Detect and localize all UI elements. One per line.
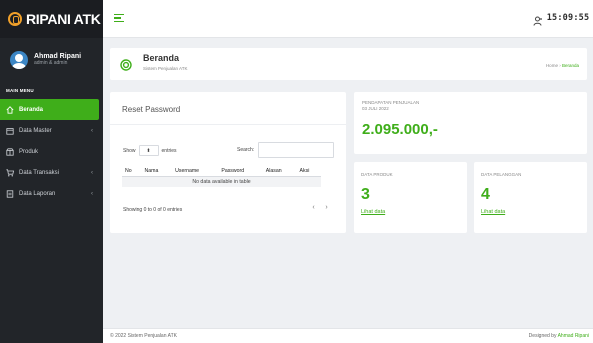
pagination: ‹ › [305, 202, 331, 212]
empty-message: No data available in table [122, 176, 321, 187]
next-page-button[interactable]: › [322, 202, 331, 212]
sidebar-item-data-transaksi[interactable]: Data Transaksi ‹ [0, 162, 103, 183]
page-header: Beranda Sistem Penjualan ATK Home › Bera… [110, 48, 587, 80]
sidebar-item-label: Data Master [19, 127, 52, 134]
search-label: Search: [237, 147, 255, 153]
reset-table: No Nama Username Password Alasan Aksi No… [122, 166, 321, 187]
column-header[interactable]: Username [172, 166, 219, 177]
table-row: No data available in table [122, 176, 321, 187]
sidebar-item-label: Data Laporan [19, 190, 56, 197]
user-role: admin & admin [34, 60, 68, 67]
lihat-data-link[interactable]: Lihat data [481, 209, 505, 215]
sidebar-item-label: Beranda [19, 106, 44, 113]
column-header[interactable]: Aksi [296, 166, 321, 177]
breadcrumb: Home › Beranda [546, 63, 579, 68]
menu-toggle-icon[interactable] [114, 14, 124, 22]
card-title: Reset Password [122, 105, 181, 114]
folder-icon [6, 127, 14, 135]
clock: 15:09:55 [546, 13, 590, 23]
sales-value: 2.095.000,- [362, 121, 438, 138]
chevron-left-icon: ‹ [91, 169, 93, 176]
topbar: 15:09:55 [103, 0, 593, 38]
cart-icon [6, 168, 14, 177]
footer: © 2022 Sistem Penjualan ATK Designed by … [103, 328, 593, 343]
previous-page-button[interactable]: ‹ [309, 202, 318, 212]
stat-label: DATA PELANGGAN [481, 172, 522, 177]
reset-password-card: Reset Password Show ⬍ entries Search: No… [110, 92, 346, 233]
avatar [10, 51, 28, 69]
column-header[interactable]: Nama [141, 166, 173, 177]
logo-icon [8, 12, 22, 26]
box-icon [6, 147, 14, 156]
sidebar-item-beranda[interactable]: Beranda [0, 99, 99, 120]
entries-select[interactable]: ⬍ [138, 145, 159, 156]
stat-label: DATA PRODUK [361, 172, 393, 177]
column-header[interactable]: No [122, 166, 142, 177]
chevron-left-icon: ‹ [91, 127, 93, 134]
page-subtitle: Sistem Penjualan ATK [143, 66, 188, 71]
entries-label: entries [161, 147, 177, 154]
chevron-left-icon: ‹ [91, 190, 93, 197]
sidebar-item-produk[interactable]: Produk [0, 141, 103, 162]
spiral-icon [120, 58, 132, 71]
stat-value: 4 [481, 186, 490, 203]
brand[interactable]: RIPANI ATK [0, 0, 103, 38]
page-title: Beranda [143, 53, 180, 63]
pelanggan-card: DATA PELANGGAN 4 Lihat data [474, 162, 587, 233]
show-label: Show [123, 147, 136, 154]
column-header[interactable]: Alasan [262, 166, 297, 177]
brand-name: RIPANI ATK [26, 11, 101, 27]
produk-card: DATA PRODUK 3 Lihat data [354, 162, 467, 233]
designed-by: Designed by Ahmad Ripani [529, 333, 589, 339]
home-icon [6, 105, 14, 114]
sales-card: PENDAPATAN PENJUALAN 03 JULI 2022 2.095.… [354, 92, 587, 154]
user-menu-icon[interactable] [533, 13, 543, 26]
sidebar-item-data-master[interactable]: Data Master ‹ [0, 120, 103, 141]
menu-title: MAIN MENU [6, 88, 34, 93]
designed-by-label: Designed by [528, 333, 557, 339]
lihat-data-link[interactable]: Lihat data [361, 209, 385, 215]
sales-label: PENDAPATAN PENJUALAN [362, 100, 420, 105]
entries-length: Show ⬍ entries [123, 145, 177, 156]
stat-value: 3 [361, 186, 370, 203]
report-icon [6, 189, 14, 198]
divider [110, 124, 346, 125]
table-info: Showing 0 to 0 of 0 entries [123, 207, 183, 213]
sales-date: 03 JULI 2022 [362, 106, 389, 112]
author-link[interactable]: Ahmad Ripani [558, 333, 589, 339]
breadcrumb-separator: › [559, 63, 561, 68]
table-search: Search: [237, 142, 335, 158]
sidebar: RIPANI ATK Ahmad Ripani admin & admin MA… [0, 0, 103, 343]
sidebar-item-label: Produk [19, 148, 39, 155]
user-panel: Ahmad Ripani admin & admin [0, 38, 103, 80]
breadcrumb-home[interactable]: Home [546, 63, 558, 68]
search-input[interactable] [258, 142, 335, 158]
copyright: © 2022 Sistem Penjualan ATK [110, 333, 177, 339]
sidebar-item-data-laporan[interactable]: Data Laporan ‹ [0, 183, 103, 204]
sidebar-item-label: Data Transaksi [19, 169, 60, 176]
column-header[interactable]: Password [218, 166, 263, 177]
table-header-row: No Nama Username Password Alasan Aksi [122, 166, 321, 177]
breadcrumb-current: Beranda [561, 63, 579, 68]
